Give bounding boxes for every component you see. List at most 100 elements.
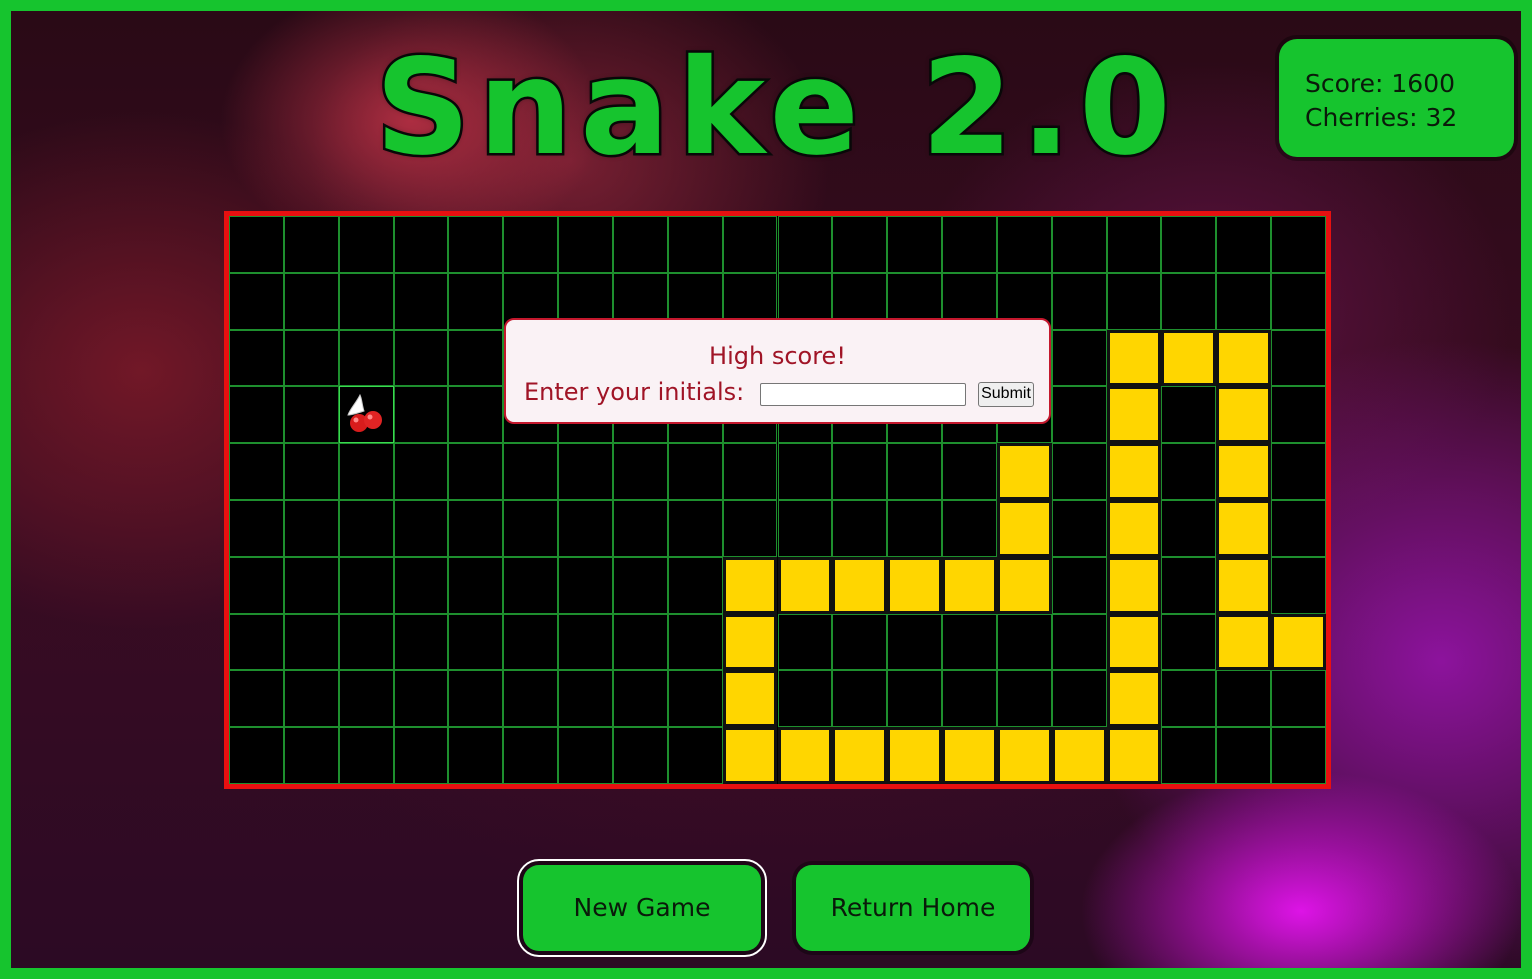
grid-cell [1106,272,1162,330]
grid-cell [832,443,888,500]
grid-cell [393,613,449,671]
return-home-button[interactable]: Return Home [796,865,1030,951]
grid-cell [612,556,668,614]
grid-cell [1051,670,1107,728]
score-display: Score: 1600 [1305,69,1456,98]
grid-cell [503,670,559,728]
grid-cell [338,613,394,671]
snake-segment [722,613,778,671]
grid-cell [393,386,449,444]
grid-cell [996,670,1052,728]
snake-segment [942,556,997,614]
grid-cell [942,500,997,557]
game-board[interactable] [224,211,1331,789]
grid-cell [503,727,559,784]
grid-cell [503,556,559,614]
grid-cell [503,613,559,671]
snake-segment [1051,727,1107,784]
snake-segment [1106,556,1162,614]
snake-segment [996,500,1052,557]
grid-cell [777,216,833,273]
submit-button[interactable]: Submit [978,382,1034,407]
cherry-icon [346,394,382,433]
grid-cell [667,216,723,273]
grid-cell [393,556,449,614]
grid-cell [503,443,559,500]
grid-cell [448,727,504,784]
grid-cell [1161,216,1217,273]
grid-cell [283,272,339,330]
grid-cell [722,500,778,557]
grid-cell [777,670,833,728]
grid-cell [612,216,668,273]
grid-cell [283,613,339,671]
grid-cell [393,443,449,500]
scoreboard: Score: 1600 Cherries: 32 [1279,39,1514,157]
grid-cell [667,500,723,557]
snake-segment [832,556,888,614]
grid-cell [1271,272,1326,330]
cherry-cell [338,386,394,444]
grid-cell [283,443,339,500]
grid-cell [667,556,723,614]
grid-cell [338,556,394,614]
grid-cell [558,613,613,671]
grid-cell [612,670,668,728]
grid-cell [667,443,723,500]
board-grid [229,216,1326,784]
grid-cell [503,500,559,557]
grid-cell [832,670,888,728]
grid-cell [1051,216,1107,273]
snake-segment [1216,386,1272,444]
grid-cell [1051,443,1107,500]
snake-segment [887,727,943,784]
grid-cell [229,613,284,671]
grid-cell [558,216,613,273]
grid-cell [338,329,394,387]
grid-cell [1051,556,1107,614]
grid-cell [1271,500,1326,557]
grid-cell [887,500,943,557]
grid-cell [229,556,284,614]
grid-cell [777,443,833,500]
grid-cell [338,216,394,273]
high-score-dialog: High score! Enter your initials: Submit [504,318,1051,424]
grid-cell [1161,386,1217,444]
new-game-button[interactable]: New Game [517,859,767,957]
snake-segment [1106,613,1162,671]
snake-segment [1106,443,1162,500]
grid-cell [558,556,613,614]
grid-cell [996,613,1052,671]
grid-cell [283,216,339,273]
grid-cell [667,613,723,671]
grid-cell [283,556,339,614]
grid-cell [1051,500,1107,557]
grid-cell [1161,613,1217,671]
grid-cell [503,216,559,273]
grid-cell [229,727,284,784]
grid-cell [1271,386,1326,444]
grid-cell [1216,216,1272,273]
grid-cell [1216,670,1272,728]
grid-cell [558,500,613,557]
grid-cell [283,727,339,784]
grid-cell [393,216,449,273]
grid-cell [942,670,997,728]
grid-cell [283,329,339,387]
grid-cell [283,670,339,728]
grid-cell [1051,613,1107,671]
initials-input[interactable] [760,383,966,406]
grid-cell [612,500,668,557]
cherries-display: Cherries: 32 [1305,103,1458,132]
grid-cell [448,272,504,330]
grid-cell [558,443,613,500]
grid-cell [1216,272,1272,330]
grid-cell [229,272,284,330]
snake-segment [1106,386,1162,444]
grid-cell [393,727,449,784]
grid-cell [229,500,284,557]
snake-segment [1106,727,1162,784]
grid-cell [1271,556,1326,614]
grid-cell [612,443,668,500]
snake-segment [1161,329,1217,387]
